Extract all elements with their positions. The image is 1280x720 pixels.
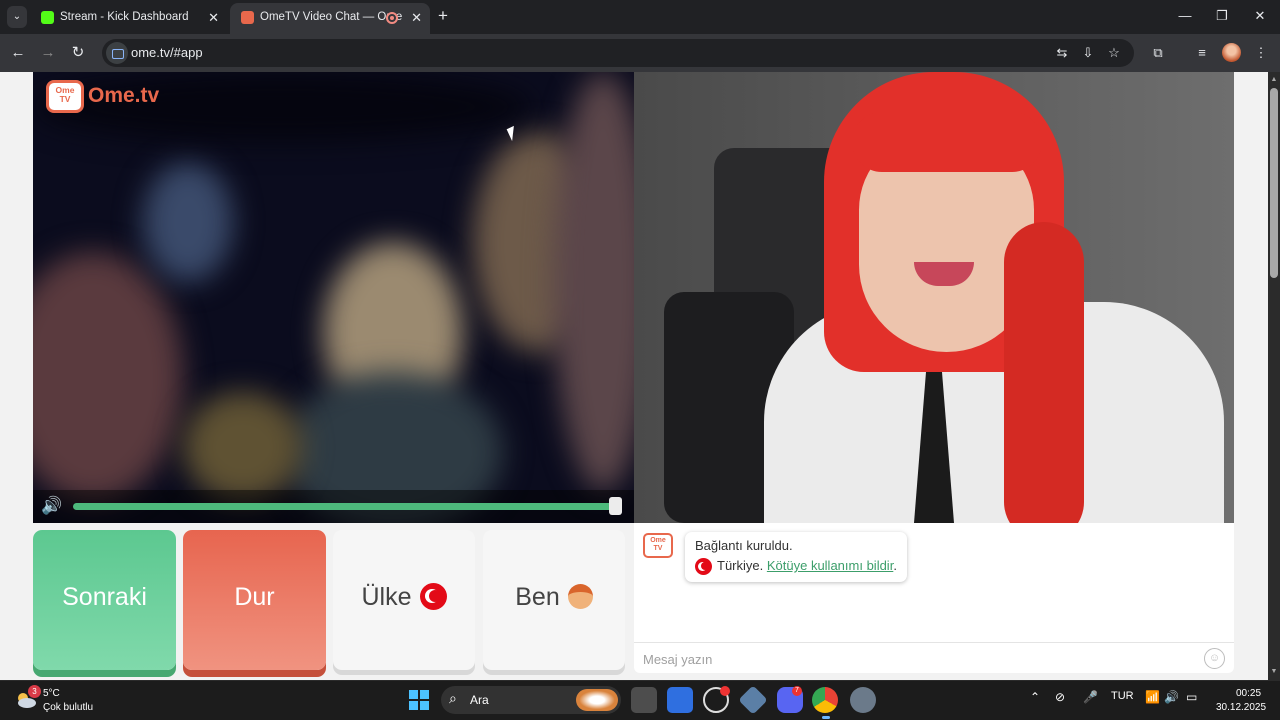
scroll-down-icon[interactable]: ▼ — [1270, 668, 1278, 675]
tab-title: OmeTV Video Chat — Ome — [260, 11, 403, 23]
address-bar[interactable]: ome.tv/#app ⇆ ⇩ ☆ — [102, 39, 1134, 67]
next-button[interactable]: Sonraki — [33, 530, 176, 670]
maximize-button[interactable]: ❐ — [1208, 5, 1236, 27]
discord-badge: 7 — [792, 686, 802, 696]
search-highlight-image — [576, 689, 618, 711]
message-input[interactable] — [643, 649, 1183, 669]
volume-bar: 🔊 — [33, 490, 634, 523]
microphone-icon[interactable]: 🎤 — [1083, 690, 1098, 704]
battery-icon[interactable]: ▭ — [1186, 690, 1197, 704]
speaker-icon[interactable]: 🔊 — [41, 496, 67, 516]
scroll-thumb[interactable] — [1270, 88, 1278, 278]
self-video — [634, 72, 1234, 523]
country-text: Türkiye. — [717, 558, 764, 573]
logo-tv-icon: Ome TV — [46, 80, 84, 113]
settings-gear-icon[interactable] — [850, 687, 876, 713]
turkey-flag-icon — [695, 558, 712, 576]
volume-slider[interactable] — [73, 503, 616, 510]
menu-kebab-icon[interactable]: ⋮ — [1251, 43, 1271, 63]
site-info-icon[interactable] — [106, 42, 128, 64]
back-button[interactable]: ← — [7, 42, 29, 64]
kick-favicon-icon — [41, 11, 54, 24]
camera-off-icon[interactable]: ⊘ — [1055, 690, 1065, 704]
weather-temperature[interactable]: 5°C — [43, 688, 60, 699]
translate-icon[interactable]: ⇆ — [1052, 43, 1072, 63]
close-window-button[interactable]: ✕ — [1246, 5, 1274, 27]
page-scrollbar[interactable]: ▲ ▼ — [1268, 72, 1280, 680]
chrome-active-indicator — [822, 716, 830, 719]
chat-panel: Ome TV Bağlantı kuruldu. Türkiye. Kötüye… — [634, 523, 1234, 673]
system-message: Bağlantı kuruldu. Türkiye. Kötüye kullan… — [685, 532, 907, 582]
close-tab-icon[interactable]: ✕ — [208, 3, 219, 32]
clock-time[interactable]: 00:25 — [1236, 688, 1261, 699]
turkey-flag-icon — [419, 582, 447, 610]
volume-icon[interactable]: 🔊 — [1164, 690, 1179, 704]
language-indicator[interactable]: TUR — [1111, 690, 1134, 702]
country-button[interactable]: Ülke — [333, 530, 475, 670]
forward-button[interactable]: → — [37, 42, 59, 64]
show-hidden-icons[interactable]: ⌃ — [1030, 690, 1040, 704]
connection-status: Bağlantı kuruldu. — [695, 538, 793, 553]
emoji-icon[interactable]: ☺ — [1204, 648, 1225, 669]
chrome-icon[interactable] — [812, 687, 838, 713]
close-tab-icon[interactable]: ✕ — [411, 3, 422, 32]
ometv-favicon-icon — [241, 11, 254, 24]
windows-taskbar: 3 5°C Çok bulutlu ⌕ Ara 7 ⌃ ⊘ 🎤 TUR 📶 🔊 … — [0, 680, 1280, 720]
extensions-icon[interactable]: ⧉ — [1148, 43, 1168, 63]
search-label: Ara — [470, 693, 489, 707]
browser-toolbar: ← → ↻ ome.tv/#app ⇆ ⇩ ☆ ⧉ ≡ ⋮ — [0, 34, 1280, 72]
me-button[interactable]: Ben — [483, 530, 625, 670]
kodi-icon[interactable] — [738, 685, 768, 715]
tab-title: Stream - Kick Dashboard — [60, 11, 189, 23]
minimize-button[interactable]: — — [1171, 5, 1199, 27]
scroll-up-icon[interactable]: ▲ — [1270, 76, 1278, 83]
tab-search-button[interactable]: ⌄ — [7, 6, 27, 28]
tab-kick-dashboard[interactable]: Stream - Kick Dashboard ✕ — [30, 3, 227, 34]
wifi-icon[interactable]: 📶 — [1145, 690, 1160, 704]
clock-date[interactable]: 30.12.2025 — [1216, 702, 1266, 713]
profile-avatar[interactable] — [1222, 43, 1241, 62]
task-view-icon[interactable] — [631, 687, 657, 713]
stranger-video: 🔊 — [33, 72, 634, 523]
taskbar-search[interactable]: ⌕ Ara — [441, 686, 621, 714]
new-tab-button[interactable]: + — [434, 5, 452, 27]
app-store-icon[interactable] — [667, 687, 693, 713]
start-button[interactable] — [406, 687, 432, 713]
logo-text: Ome.tv — [88, 84, 160, 107]
tab-bar: ⌄ Stream - Kick Dashboard ✕ OmeTV Video … — [0, 0, 1280, 34]
reload-button[interactable]: ↻ — [67, 42, 89, 64]
boy-emoji-icon — [567, 583, 593, 609]
weather-description[interactable]: Çok bulutlu — [43, 702, 93, 713]
install-app-icon[interactable]: ⇩ — [1078, 43, 1098, 63]
recording-icon — [386, 12, 398, 24]
obs-badge — [720, 686, 730, 696]
weather-badge: 3 — [28, 685, 41, 698]
bookmark-star-icon[interactable]: ☆ — [1104, 43, 1124, 63]
search-icon: ⌕ — [449, 690, 457, 706]
ometv-chat-logo-icon: Ome TV — [643, 533, 673, 558]
tab-ometv[interactable]: OmeTV Video Chat — Ome ✕ — [230, 3, 430, 34]
report-suffix: . — [893, 558, 897, 573]
country-line: Türkiye. Kötüye kullanımı bildir. — [695, 558, 897, 576]
media-control-icon[interactable]: ≡ — [1192, 43, 1212, 63]
report-abuse-link[interactable]: Kötüye kullanımı bildir — [767, 558, 893, 573]
message-bar: ☺ — [634, 642, 1234, 673]
stop-button[interactable]: Dur — [183, 530, 326, 670]
me-label: Ben — [515, 583, 560, 611]
url-text[interactable]: ome.tv/#app — [131, 39, 203, 67]
country-label: Ülke — [361, 583, 412, 611]
volume-slider-handle[interactable] — [609, 497, 622, 515]
